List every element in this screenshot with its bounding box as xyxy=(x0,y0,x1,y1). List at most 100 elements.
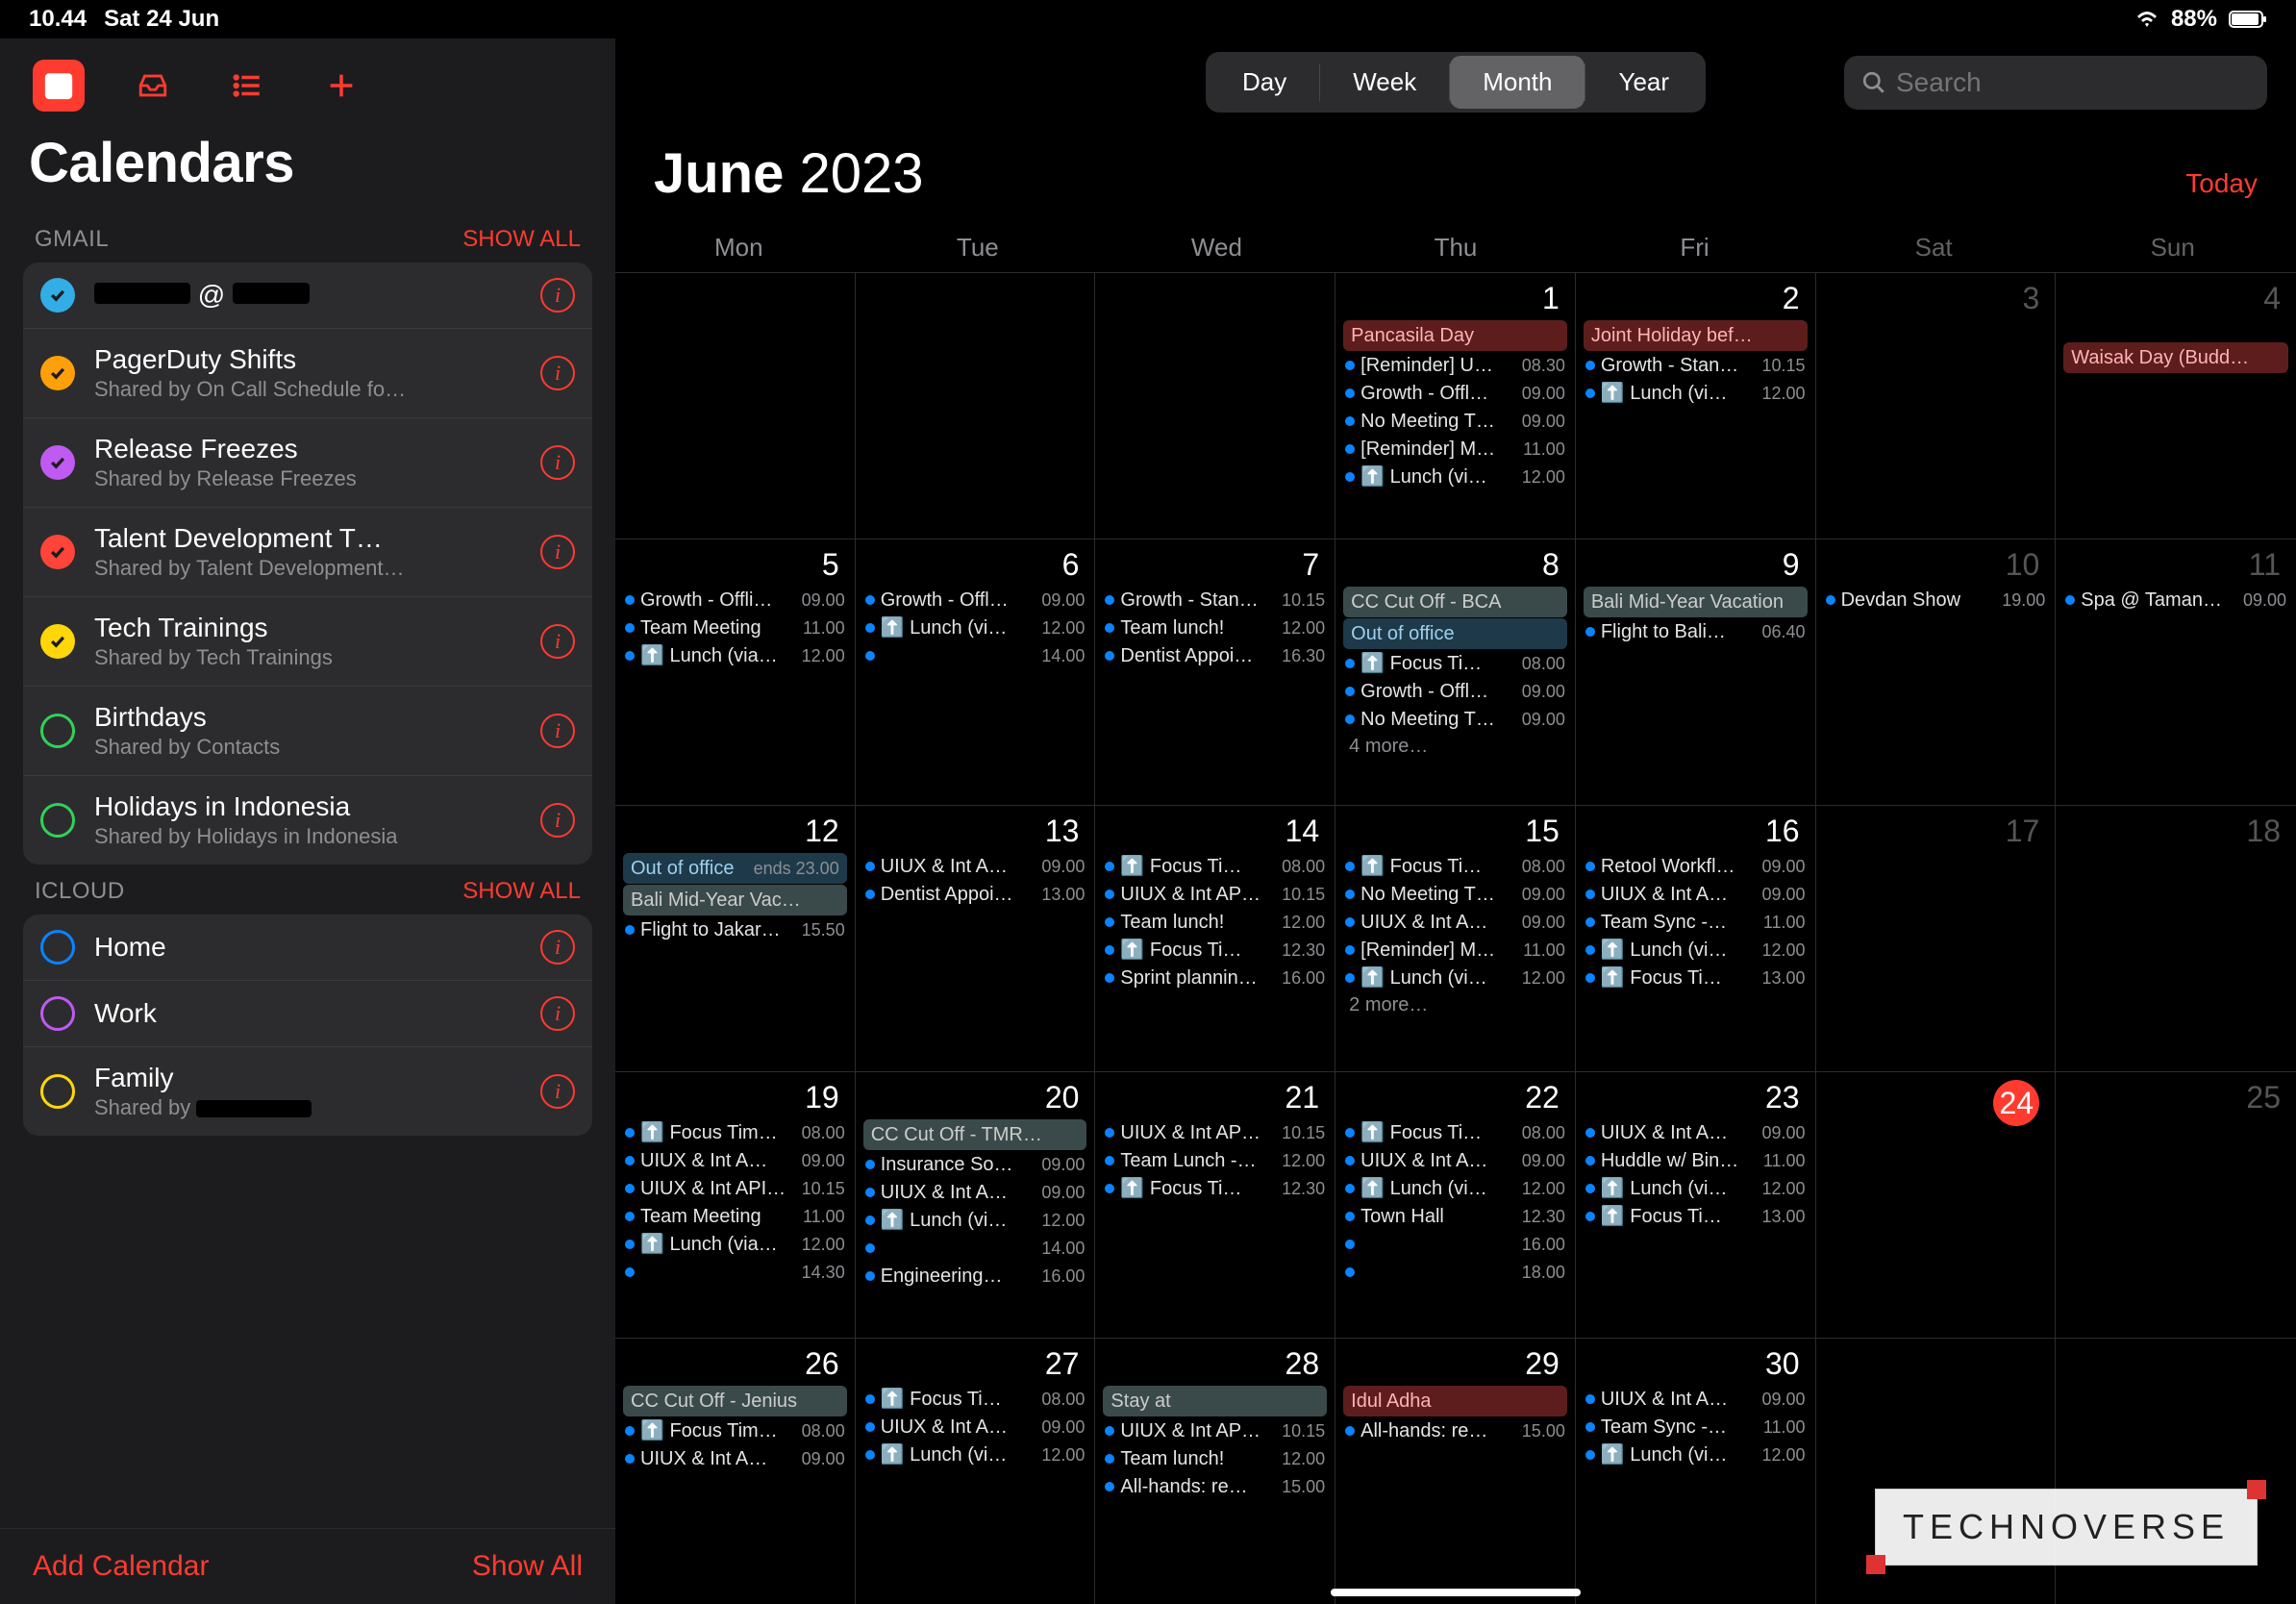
event-bar[interactable]: Bali Mid-Year Vac… xyxy=(623,885,847,915)
account-show-all[interactable]: SHOW ALL xyxy=(462,878,581,905)
day-cell[interactable]: 16Retool Workfl…09.00UIUX & Int A…09.00T… xyxy=(1576,805,1816,1071)
day-cell[interactable]: 14⬆️ Focus Ti…08.00UIUX & Int AP…10.15Te… xyxy=(1095,805,1335,1071)
event-row[interactable]: ⬆️ Lunch (via…12.00 xyxy=(623,642,847,669)
segment-year[interactable]: Year xyxy=(1585,56,1702,109)
event-row[interactable]: UIUX & Int A…09.00 xyxy=(623,1445,847,1472)
event-row[interactable]: 14.00 xyxy=(863,1235,1087,1262)
more-events[interactable]: 2 more… xyxy=(1343,992,1567,1018)
day-cell[interactable]: 10Devdan Show19.00 xyxy=(1816,539,2057,805)
day-cell[interactable]: 18 xyxy=(2056,805,2296,1071)
event-bar[interactable]: Out of office xyxy=(1343,618,1567,649)
day-cell[interactable]: 23UIUX & Int A…09.00Huddle w/ Bin…11.00⬆… xyxy=(1576,1071,1816,1338)
event-row[interactable]: UIUX & Int A…09.00 xyxy=(623,1147,847,1174)
event-row[interactable]: Team lunch!12.00 xyxy=(1103,1445,1327,1472)
calendar-item[interactable]: Homei xyxy=(23,915,592,981)
event-row[interactable]: Huddle w/ Bin…11.00 xyxy=(1584,1147,1808,1174)
event-row[interactable]: ⬆️ Focus Ti…08.00 xyxy=(1343,1119,1567,1146)
event-row[interactable]: Dentist Appoi…16.30 xyxy=(1103,642,1327,669)
day-cell[interactable]: 22⬆️ Focus Ti…08.00UIUX & Int A…09.00⬆️ … xyxy=(1335,1071,1576,1338)
event-row[interactable]: Town Hall12.30 xyxy=(1343,1203,1567,1230)
event-row[interactable]: ⬆️ Focus Ti…13.00 xyxy=(1584,965,1808,991)
day-cell[interactable]: 19⬆️ Focus Tim…08.00UIUX & Int A…09.00UI… xyxy=(615,1071,856,1338)
day-cell[interactable]: 9Bali Mid-Year VacationFlight to Bali…06… xyxy=(1576,539,1816,805)
add-calendar-link[interactable]: Add Calendar xyxy=(33,1550,209,1583)
day-cell[interactable]: 4Waisak Day (Budd… xyxy=(2056,272,2296,539)
event-row[interactable]: Growth - Offl…09.00 xyxy=(863,587,1087,614)
day-cell[interactable]: 28Stay atUIUX & Int AP…10.15Team lunch!1… xyxy=(1095,1338,1335,1604)
event-row[interactable]: UIUX & Int AP…10.15 xyxy=(1103,881,1327,908)
event-row[interactable]: ⬆️ Focus Ti…12.30 xyxy=(1103,1175,1327,1202)
calendar-item[interactable]: @ i xyxy=(23,263,592,329)
day-cell[interactable]: 11Spa @ Taman…09.00 xyxy=(2056,539,2296,805)
day-cell[interactable]: 27⬆️ Focus Ti…08.00UIUX & Int A…09.00⬆️ … xyxy=(856,1338,1096,1604)
event-row[interactable]: All-hands: re…15.00 xyxy=(1103,1473,1327,1500)
day-cell[interactable]: 8CC Cut Off - BCAOut of office⬆️ Focus T… xyxy=(1335,539,1576,805)
list-button[interactable] xyxy=(221,60,273,112)
calendar-checkbox[interactable] xyxy=(40,356,75,390)
event-row[interactable]: Flight to Bali…06.40 xyxy=(1584,618,1808,645)
event-row[interactable]: Retool Workfl…09.00 xyxy=(1584,853,1808,880)
event-row[interactable]: Growth - Stan…10.15 xyxy=(1103,587,1327,614)
event-row[interactable]: ⬆️ Lunch (vi…12.00 xyxy=(863,614,1087,641)
calendar-checkbox[interactable] xyxy=(40,535,75,569)
event-row[interactable]: ⬆️ Lunch (vi…12.00 xyxy=(1584,937,1808,964)
event-row[interactable]: UIUX & Int AP…10.15 xyxy=(1103,1119,1327,1146)
event-row[interactable]: Growth - Stan…10.15 xyxy=(1584,352,1808,379)
event-row[interactable]: 18.00 xyxy=(1343,1259,1567,1286)
calendar-item[interactable]: BirthdaysShared by Contactsi xyxy=(23,687,592,776)
event-row[interactable]: ⬆️ Focus Ti…08.00 xyxy=(1103,853,1327,880)
event-row[interactable]: UIUX & Int A…09.00 xyxy=(863,853,1087,880)
calendar-item[interactable]: Tech TrainingsShared by Tech Trainingsi xyxy=(23,597,592,687)
event-row[interactable]: 14.30 xyxy=(623,1259,847,1286)
info-icon[interactable]: i xyxy=(540,535,575,569)
info-icon[interactable]: i xyxy=(540,356,575,390)
event-row[interactable]: ⬆️ Focus Ti…13.00 xyxy=(1584,1203,1808,1230)
event-bar[interactable]: Idul Adha xyxy=(1343,1386,1567,1416)
event-row[interactable]: Team lunch!12.00 xyxy=(1103,614,1327,641)
event-row[interactable]: UIUX & Int A…09.00 xyxy=(863,1414,1087,1441)
event-row[interactable]: ⬆️ Lunch (vi…12.00 xyxy=(1584,380,1808,407)
event-row[interactable]: ⬆️ Focus Ti…08.00 xyxy=(1343,853,1567,880)
search-box[interactable] xyxy=(1844,56,2267,110)
more-events[interactable]: 4 more… xyxy=(1343,734,1567,760)
show-all-link[interactable]: Show All xyxy=(472,1550,583,1583)
search-input[interactable] xyxy=(1896,67,2250,98)
event-row[interactable]: 14.00 xyxy=(863,642,1087,669)
event-row[interactable]: ⬆️ Focus Tim…08.00 xyxy=(623,1119,847,1146)
event-row[interactable]: [Reminder] M…11.00 xyxy=(1343,436,1567,463)
event-row[interactable]: ⬆️ Lunch (vi…12.00 xyxy=(863,1207,1087,1234)
info-icon[interactable]: i xyxy=(540,803,575,838)
calendar-item[interactable]: Release FreezesShared by Release Freezes… xyxy=(23,418,592,508)
event-row[interactable]: Team Lunch -…12.00 xyxy=(1103,1147,1327,1174)
event-row[interactable]: ⬆️ Lunch (vi…12.00 xyxy=(1584,1441,1808,1468)
add-button[interactable] xyxy=(315,60,367,112)
event-row[interactable]: Team Meeting11.00 xyxy=(623,614,847,641)
event-row[interactable]: UIUX & Int API…10.15 xyxy=(623,1175,847,1202)
day-cell[interactable]: 13UIUX & Int A…09.00Dentist Appoi…13.00 xyxy=(856,805,1096,1071)
calendar-checkbox[interactable] xyxy=(40,624,75,659)
event-row[interactable]: UIUX & Int A…09.00 xyxy=(863,1179,1087,1206)
event-row[interactable]: UIUX & Int A…09.00 xyxy=(1584,1119,1808,1146)
calendar-item[interactable]: Talent Development T…Shared by Talent De… xyxy=(23,508,592,597)
day-cell[interactable] xyxy=(1095,272,1335,539)
event-row[interactable]: Dentist Appoi…13.00 xyxy=(863,881,1087,908)
info-icon[interactable]: i xyxy=(540,278,575,313)
info-icon[interactable]: i xyxy=(540,930,575,965)
event-row[interactable]: No Meeting T…09.00 xyxy=(1343,881,1567,908)
calendar-checkbox[interactable] xyxy=(40,714,75,748)
month-grid[interactable]: 1Pancasila Day[Reminder] U…08.30Growth -… xyxy=(615,272,2296,1604)
event-bar[interactable]: CC Cut Off - BCA xyxy=(1343,587,1567,617)
info-icon[interactable]: i xyxy=(540,996,575,1031)
calendar-item[interactable]: Worki xyxy=(23,981,592,1047)
day-cell[interactable]: 24 xyxy=(1816,1071,2057,1338)
event-row[interactable]: ⬆️ Focus Ti…12.30 xyxy=(1103,937,1327,964)
event-row[interactable]: Growth - Offli…09.00 xyxy=(623,587,847,614)
event-row[interactable]: Devdan Show19.00 xyxy=(1824,587,2048,614)
event-row[interactable]: ⬆️ Focus Ti…08.00 xyxy=(1343,650,1567,677)
calendar-item[interactable]: Holidays in IndonesiaShared by Holidays … xyxy=(23,776,592,865)
day-cell[interactable]: 29Idul AdhaAll-hands: re…15.00 xyxy=(1335,1338,1576,1604)
event-row[interactable]: Team Sync -…11.00 xyxy=(1584,909,1808,936)
event-bar[interactable]: Stay at xyxy=(1103,1386,1327,1416)
event-row[interactable]: UIUX & Int A…09.00 xyxy=(1584,881,1808,908)
event-row[interactable]: ⬆️ Focus Ti…08.00 xyxy=(863,1386,1087,1413)
